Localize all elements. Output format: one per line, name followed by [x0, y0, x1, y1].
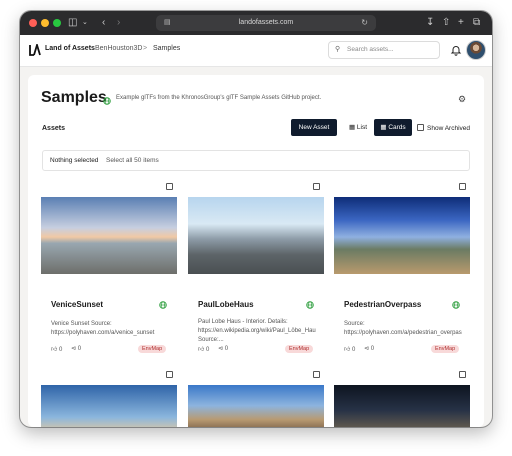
- share-count[interactable]: ⊲ 0: [218, 345, 228, 352]
- like-count[interactable]: 👍︎ 0: [51, 345, 62, 353]
- list-view-label: List: [356, 124, 368, 131]
- asset-description: Source: https://polyhaven.com/a/pedestri…: [344, 321, 462, 336]
- show-archived-label: Show Archived: [427, 125, 470, 132]
- share-icon: ⊲: [364, 346, 370, 352]
- search-icon: ⚲: [335, 46, 341, 53]
- globe-icon: [103, 97, 111, 105]
- selection-status: Nothing selected: [50, 157, 99, 164]
- cards-view-label: Cards: [388, 124, 406, 131]
- new-tab-icon[interactable]: +: [458, 16, 464, 30]
- show-archived-checkbox[interactable]: [417, 124, 424, 131]
- tag-badge[interactable]: EnvMap: [431, 345, 460, 353]
- like-count[interactable]: 👍︎ 0: [344, 345, 355, 353]
- cards-icon: ▦: [380, 124, 387, 131]
- asset-thumbnail[interactable]: [188, 197, 324, 274]
- reload-icon[interactable]: ↻: [361, 15, 368, 31]
- asset-card[interactable]: [334, 371, 474, 427]
- asset-card[interactable]: VeniceSunset Venice Sunset Source: https…: [41, 183, 181, 363]
- share-page-icon[interactable]: ⇧: [442, 16, 450, 30]
- globe-icon: [306, 301, 314, 309]
- bell-icon[interactable]: [450, 44, 462, 56]
- thumbs-up-icon: 👍︎: [198, 347, 205, 353]
- sidebar-toggle-icon[interactable]: ◫: [68, 16, 77, 30]
- like-count-value: 0: [58, 347, 63, 353]
- zoom-window-button[interactable]: [53, 19, 61, 27]
- page-subtitle: Example glTFs from the KhronosGroup's gl…: [116, 95, 322, 101]
- samples-panel: Samples Example glTFs from the KhronosGr…: [28, 75, 484, 427]
- share-icon: ⊲: [218, 346, 224, 352]
- breadcrumb-owner[interactable]: BenHouston3D: [95, 45, 142, 52]
- asset-thumbnail[interactable]: [41, 385, 177, 427]
- asset-card[interactable]: [188, 371, 328, 427]
- asset-description: Paul Lobe Haus - Interior. Details: http…: [198, 319, 316, 343]
- like-count-value: 0: [205, 347, 210, 353]
- back-arrow-icon[interactable]: ‹: [102, 16, 105, 30]
- globe-icon: [159, 301, 167, 309]
- like-count[interactable]: 👍︎ 0: [198, 345, 209, 353]
- address-bar[interactable]: ▤ landofassets.com ↻: [156, 15, 376, 31]
- page-title: Samples: [41, 89, 107, 106]
- card-select-checkbox[interactable]: [459, 183, 466, 190]
- forward-arrow-icon[interactable]: ›: [117, 16, 120, 30]
- new-asset-button[interactable]: New Asset: [291, 119, 337, 136]
- globe-icon: [452, 301, 460, 309]
- brand-name[interactable]: Land of Assets: [45, 45, 95, 52]
- close-window-button[interactable]: [29, 19, 37, 27]
- share-count-value: 0: [77, 346, 82, 352]
- assets-section-label: Assets: [42, 125, 65, 132]
- card-select-checkbox[interactable]: [166, 371, 173, 378]
- chevron-down-icon[interactable]: ⌄: [82, 16, 88, 30]
- asset-name[interactable]: PedestrianOverpass: [344, 300, 421, 309]
- list-view-button[interactable]: ▦ List: [342, 119, 374, 136]
- tab-overview-icon[interactable]: ⧉: [473, 16, 480, 30]
- asset-description: Venice Sunset Source: https://polyhaven.…: [51, 321, 155, 336]
- asset-name[interactable]: VeniceSunset: [51, 300, 103, 309]
- download-icon[interactable]: ↧: [426, 16, 434, 30]
- cards-view-button[interactable]: ▦ Cards: [374, 119, 412, 136]
- asset-name[interactable]: PaulLobeHaus: [198, 300, 254, 309]
- share-count[interactable]: ⊲ 0: [71, 345, 81, 352]
- app-header: Land of Assets BenHouston3D > Samples ⚲ …: [20, 35, 492, 67]
- card-select-checkbox[interactable]: [313, 371, 320, 378]
- selection-bar: Nothing selected Select all 50 items: [42, 150, 470, 171]
- tag-badge[interactable]: EnvMap: [285, 345, 314, 353]
- site-info-icon[interactable]: ▤: [164, 15, 171, 31]
- tag-badge[interactable]: EnvMap: [138, 345, 167, 353]
- asset-card[interactable]: PaulLobeHaus Paul Lobe Haus - Interior. …: [188, 183, 328, 363]
- share-count[interactable]: ⊲ 0: [364, 345, 374, 352]
- breadcrumb-separator: >: [143, 45, 148, 52]
- gear-icon[interactable]: ⚙: [458, 94, 466, 105]
- asset-card[interactable]: PedestrianOverpass Source: https://polyh…: [334, 183, 474, 363]
- card-select-checkbox[interactable]: [166, 183, 173, 190]
- browser-window: ◫ ⌄ ‹ › ▤ landofassets.com ↻ ↧ ⇧ + ⧉ Lan…: [20, 11, 492, 427]
- thumbs-up-icon: 👍︎: [51, 347, 58, 353]
- asset-thumbnail[interactable]: [188, 385, 324, 427]
- minimize-window-button[interactable]: [41, 19, 49, 27]
- share-count-value: 0: [370, 346, 375, 352]
- land-of-assets-logo[interactable]: [29, 44, 41, 56]
- search-input[interactable]: ⚲ Search assets...: [328, 41, 440, 59]
- card-select-checkbox[interactable]: [313, 183, 320, 190]
- share-icon: ⊲: [71, 346, 77, 352]
- asset-thumbnail[interactable]: [334, 385, 470, 427]
- list-icon: ▦: [348, 124, 356, 131]
- avatar[interactable]: [466, 40, 486, 60]
- like-count-value: 0: [351, 347, 356, 353]
- view-toggle: ▦ List ▦ Cards: [342, 119, 412, 136]
- thumbs-up-icon: 👍︎: [344, 347, 351, 353]
- card-select-checkbox[interactable]: [459, 371, 466, 378]
- share-count-value: 0: [224, 346, 229, 352]
- asset-thumbnail[interactable]: [334, 197, 470, 274]
- asset-card[interactable]: [41, 371, 181, 427]
- address-bar-url: landofassets.com: [238, 19, 294, 26]
- select-all-button[interactable]: Select all 50 items: [106, 157, 159, 164]
- breadcrumb-current[interactable]: Samples: [153, 45, 180, 52]
- asset-thumbnail[interactable]: [41, 197, 177, 274]
- search-placeholder: Search assets...: [347, 46, 394, 53]
- browser-toolbar: ◫ ⌄ ‹ › ▤ landofassets.com ↻ ↧ ⇧ + ⧉: [20, 11, 492, 35]
